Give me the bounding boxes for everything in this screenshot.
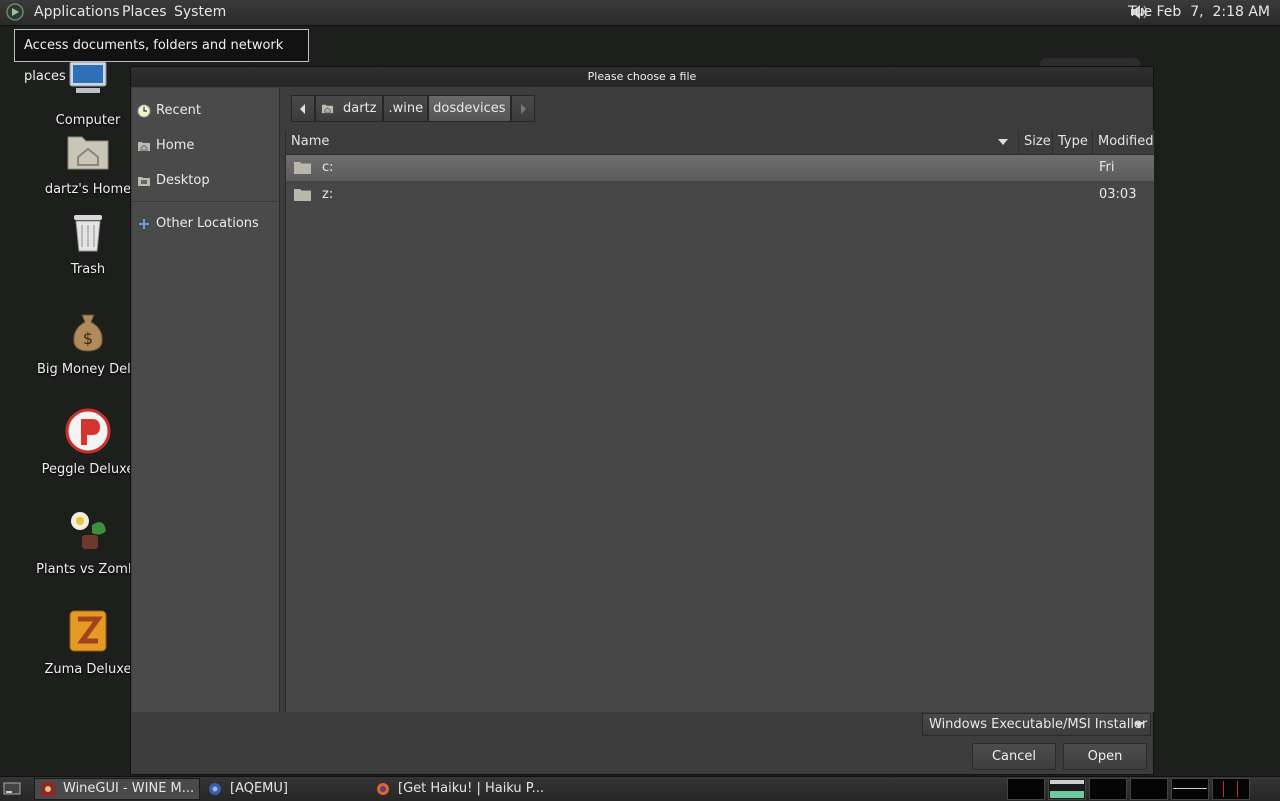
sidebar-item-label: Desktop: [156, 173, 210, 188]
sidebar-divider: [132, 201, 278, 202]
column-header-size[interactable]: Size: [1018, 130, 1052, 154]
winegui-icon: [41, 782, 55, 796]
places-sidebar: Recent Home Desktop Other Locations: [132, 88, 280, 712]
taskbar-item-aqemu[interactable]: [AQEMU]: [202, 778, 368, 800]
show-desktop-icon[interactable]: [3, 781, 21, 797]
column-header-label: Type: [1058, 134, 1088, 149]
column-header-modified[interactable]: Modified: [1092, 130, 1154, 154]
folder-icon: [294, 189, 311, 201]
chevron-down-icon: [1134, 722, 1144, 728]
list-header: Name Size Type Modified: [286, 130, 1154, 155]
home-folder-icon: [67, 136, 109, 170]
column-header-label: Name: [291, 134, 330, 149]
workspace-2[interactable]: [1048, 778, 1086, 800]
sidebar-item-label: Recent: [156, 103, 201, 118]
applications-menu[interactable]: Applications: [34, 4, 120, 20]
file-row[interactable]: z: 03:03: [286, 182, 1154, 208]
places-menu[interactable]: Places: [122, 4, 167, 20]
dialog-title: Please choose a file: [131, 67, 1153, 87]
workspace-window-thumb: [1173, 788, 1207, 789]
top-panel: Applications Places System Tue Feb 7, 2:…: [0, 0, 1280, 26]
chevron-left-icon: [300, 103, 305, 114]
plus-icon: [139, 219, 149, 229]
trash-icon: [74, 215, 102, 252]
system-menu[interactable]: System: [174, 4, 226, 20]
computer-icon: [69, 61, 107, 93]
workspace-window-thumb: [1223, 781, 1224, 797]
sidebar-item-home[interactable]: Home: [137, 135, 194, 157]
sidebar-item-recent[interactable]: Recent: [137, 100, 201, 122]
file-name: z:: [322, 187, 334, 202]
app-menu-logo-icon[interactable]: [6, 3, 24, 21]
path-back-button[interactable]: [291, 95, 315, 122]
path-segment-wine[interactable]: .wine: [383, 95, 429, 122]
workspace-window-thumb: [1050, 791, 1084, 798]
plants-vs-zombies-icon: [71, 512, 106, 549]
column-header-type[interactable]: Type: [1052, 130, 1092, 154]
taskbar-item-firefox-haiku[interactable]: [Get Haiku! | Haiku P...: [370, 778, 570, 800]
zuma-icon: [69, 610, 107, 652]
clock[interactable]: Tue Feb 7, 2:18 AM: [1128, 4, 1270, 20]
workspace-window-thumb: [1237, 781, 1238, 797]
sidebar-item-desktop[interactable]: Desktop: [137, 170, 210, 192]
workspace-4[interactable]: [1130, 778, 1168, 800]
home-icon: [321, 104, 334, 114]
cancel-button[interactable]: Cancel: [972, 743, 1056, 770]
filter-selected-value: Windows Executable/MSI Installer: [929, 717, 1148, 732]
sort-descending-icon: [998, 139, 1008, 145]
workspace-1[interactable]: [1007, 778, 1045, 800]
aqemu-icon: [209, 783, 221, 795]
path-segment-label: dosdevices: [433, 101, 506, 116]
sidebar-item-other-locations[interactable]: Other Locations: [137, 213, 259, 235]
path-segment-label: dartz: [343, 101, 377, 116]
file-modified: Fri: [1099, 160, 1115, 175]
desktop-folder-icon: [138, 177, 150, 186]
file-type-filter-select[interactable]: Windows Executable/MSI Installer: [922, 713, 1151, 736]
chevron-right-icon: [520, 103, 526, 114]
file-list: Name Size Type Modified c: Fri z: 03:03: [285, 130, 1154, 712]
file-row[interactable]: c: Fri: [286, 155, 1154, 181]
file-chooser-dialog: Please choose a file Recent Home Desktop: [130, 66, 1154, 775]
sidebar-item-label: Home: [156, 138, 195, 153]
path-segment-dosdevices[interactable]: dosdevices: [428, 95, 511, 122]
path-forward-button[interactable]: [510, 95, 535, 122]
column-header-name[interactable]: Name: [286, 130, 1018, 154]
path-bar: dartz .wine dosdevices: [291, 95, 535, 122]
folder-icon: [294, 162, 311, 174]
home-icon: [138, 142, 150, 151]
file-name: c:: [322, 160, 334, 175]
column-header-label: Modified: [1098, 134, 1154, 149]
workspace-window-thumb: [1050, 780, 1084, 784]
taskbar-item-label: [AQEMU]: [230, 781, 288, 796]
peggle-icon: [65, 408, 111, 454]
path-segment-label: .wine: [388, 101, 424, 116]
workspace-3[interactable]: [1089, 778, 1127, 800]
money-bag-icon: $: [73, 314, 103, 352]
workspace-6[interactable]: [1212, 778, 1250, 800]
firefox-icon: [377, 783, 389, 795]
taskbar-item-winegui[interactable]: WineGUI - WINE M...: [34, 778, 200, 800]
workspace-5[interactable]: [1171, 778, 1209, 800]
recent-clock-icon: [137, 104, 151, 118]
taskbar-item-label: [Get Haiku! | Haiku P...: [398, 781, 545, 796]
file-modified: 03:03: [1099, 187, 1137, 202]
open-button[interactable]: Open: [1063, 743, 1147, 770]
places-tooltip: Access documents, folders and network pl…: [14, 29, 309, 84]
column-header-label: Size: [1024, 134, 1051, 149]
path-segment-dartz[interactable]: dartz: [315, 95, 384, 122]
svg-text:$: $: [83, 329, 93, 348]
sidebar-item-label: Other Locations: [156, 216, 259, 231]
taskbar-item-label: WineGUI - WINE M...: [63, 781, 195, 796]
taskbar: WineGUI - WINE M... [AQEMU] [Get Haiku! …: [0, 776, 1280, 801]
